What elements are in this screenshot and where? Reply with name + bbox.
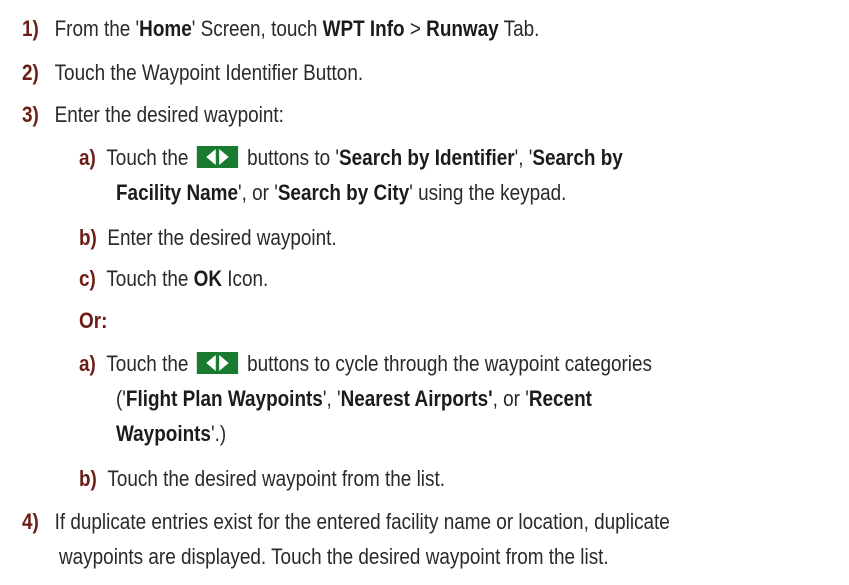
ok-label: OK bbox=[193, 266, 223, 291]
step-3a-continued: Facility Name', or 'Search by City' usin… bbox=[116, 180, 567, 205]
step-4: 4) If duplicate entries exist for the en… bbox=[22, 509, 670, 534]
step-letter: a) bbox=[79, 351, 96, 376]
step-3a-alt-continued-2: Waypoints'.) bbox=[116, 421, 227, 446]
step-1: 1) From the 'Home' Screen, touch WPT Inf… bbox=[22, 16, 540, 41]
left-arrow-icon bbox=[206, 149, 217, 165]
step-3: 3) Enter the desired waypoint: bbox=[22, 102, 284, 127]
wpt-info-label: WPT Info bbox=[322, 16, 405, 41]
step-number: 2) bbox=[22, 60, 39, 85]
right-arrow-icon bbox=[219, 355, 229, 371]
right-arrow-icon bbox=[219, 149, 229, 165]
step-3a: a) Touch the buttons to 'Search by Ident… bbox=[79, 145, 623, 170]
step-letter: b) bbox=[79, 466, 97, 491]
runway-label: Runway bbox=[426, 16, 499, 41]
left-right-arrow-buttons-icon bbox=[197, 146, 239, 168]
step-2: 2) Touch the Waypoint Identifier Button. bbox=[22, 60, 364, 85]
step-number: 3) bbox=[22, 102, 39, 127]
step-3b: b) Enter the desired waypoint. bbox=[79, 225, 337, 250]
instructions-document: 1) From the 'Home' Screen, touch WPT Inf… bbox=[0, 0, 849, 585]
step-letter: b) bbox=[79, 225, 97, 250]
step-letter: a) bbox=[79, 145, 96, 170]
step-3c: c) Touch the OK Icon. bbox=[79, 266, 269, 291]
step-number: 1) bbox=[22, 16, 39, 41]
left-arrow-icon bbox=[206, 355, 217, 371]
home-label: Home bbox=[139, 16, 192, 41]
step-3b-alt: b) Touch the desired waypoint from the l… bbox=[79, 466, 445, 491]
step-3a-alt: a) Touch the buttons to cycle through th… bbox=[79, 351, 652, 376]
step-number: 4) bbox=[22, 509, 39, 534]
step-4-continued: waypoints are displayed. Touch the desir… bbox=[59, 544, 609, 569]
step-letter: c) bbox=[79, 266, 96, 291]
left-right-arrow-buttons-icon bbox=[197, 352, 239, 374]
step-3a-alt-continued: ('Flight Plan Waypoints', 'Nearest Airpo… bbox=[116, 386, 592, 411]
or-separator: Or: bbox=[79, 308, 108, 333]
